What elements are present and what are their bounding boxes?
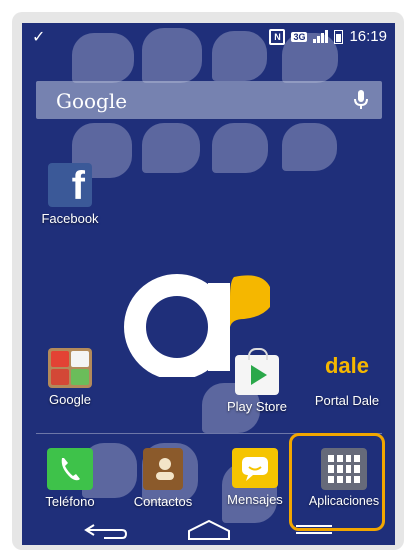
messages-icon <box>232 448 278 488</box>
app-play-store[interactable]: Play Store <box>217 348 297 414</box>
app-label: Portal Dale <box>314 393 380 408</box>
wallpaper-bubble <box>142 123 200 173</box>
nfc-icon: N <box>269 28 286 45</box>
home-icon[interactable] <box>186 519 232 541</box>
google-folder-icon <box>48 348 92 388</box>
dock-messages[interactable]: Mensajes <box>215 448 295 507</box>
dock-phone[interactable]: Teléfono <box>30 448 110 509</box>
google-search-bar[interactable]: Google <box>36 81 382 119</box>
menu-icon[interactable] <box>294 519 334 541</box>
contacts-icon <box>143 448 183 490</box>
app-portal-dale[interactable]: dale Portal Dale <box>302 353 392 408</box>
app-label: Contactos <box>133 494 193 509</box>
app-label: Teléfono <box>45 494 95 509</box>
status-bar: ✓ N 3G 16:19 <box>22 23 395 51</box>
dale-logo: dale <box>324 353 370 378</box>
signal-icon <box>313 30 329 43</box>
microphone-icon[interactable] <box>354 90 368 110</box>
battery-icon <box>334 29 344 44</box>
app-label: Facebook <box>41 211 99 226</box>
phone-icon <box>47 448 93 490</box>
checkmark-icon: ✓ <box>32 29 46 46</box>
wallpaper-bubble <box>282 123 337 171</box>
app-facebook[interactable]: f Facebook <box>30 163 110 226</box>
navigation-bar <box>22 517 395 545</box>
app-label: Mensajes <box>227 492 283 507</box>
facebook-icon: f <box>48 163 92 208</box>
app-label: Play Store <box>227 399 287 414</box>
app-google-folder[interactable]: Google <box>30 348 110 407</box>
app-label: Google <box>49 392 91 407</box>
dock-contacts[interactable]: Contactos <box>122 448 204 509</box>
wallpaper-bubble <box>212 123 268 173</box>
network-type: 3G <box>291 31 308 42</box>
search-label: Google <box>56 89 128 113</box>
clock: 16:19 <box>349 28 387 45</box>
home-screen: ✓ N 3G 16:19 Google f Facebook Google Pl… <box>22 23 395 545</box>
back-icon[interactable] <box>84 519 128 541</box>
play-store-icon <box>235 348 279 395</box>
